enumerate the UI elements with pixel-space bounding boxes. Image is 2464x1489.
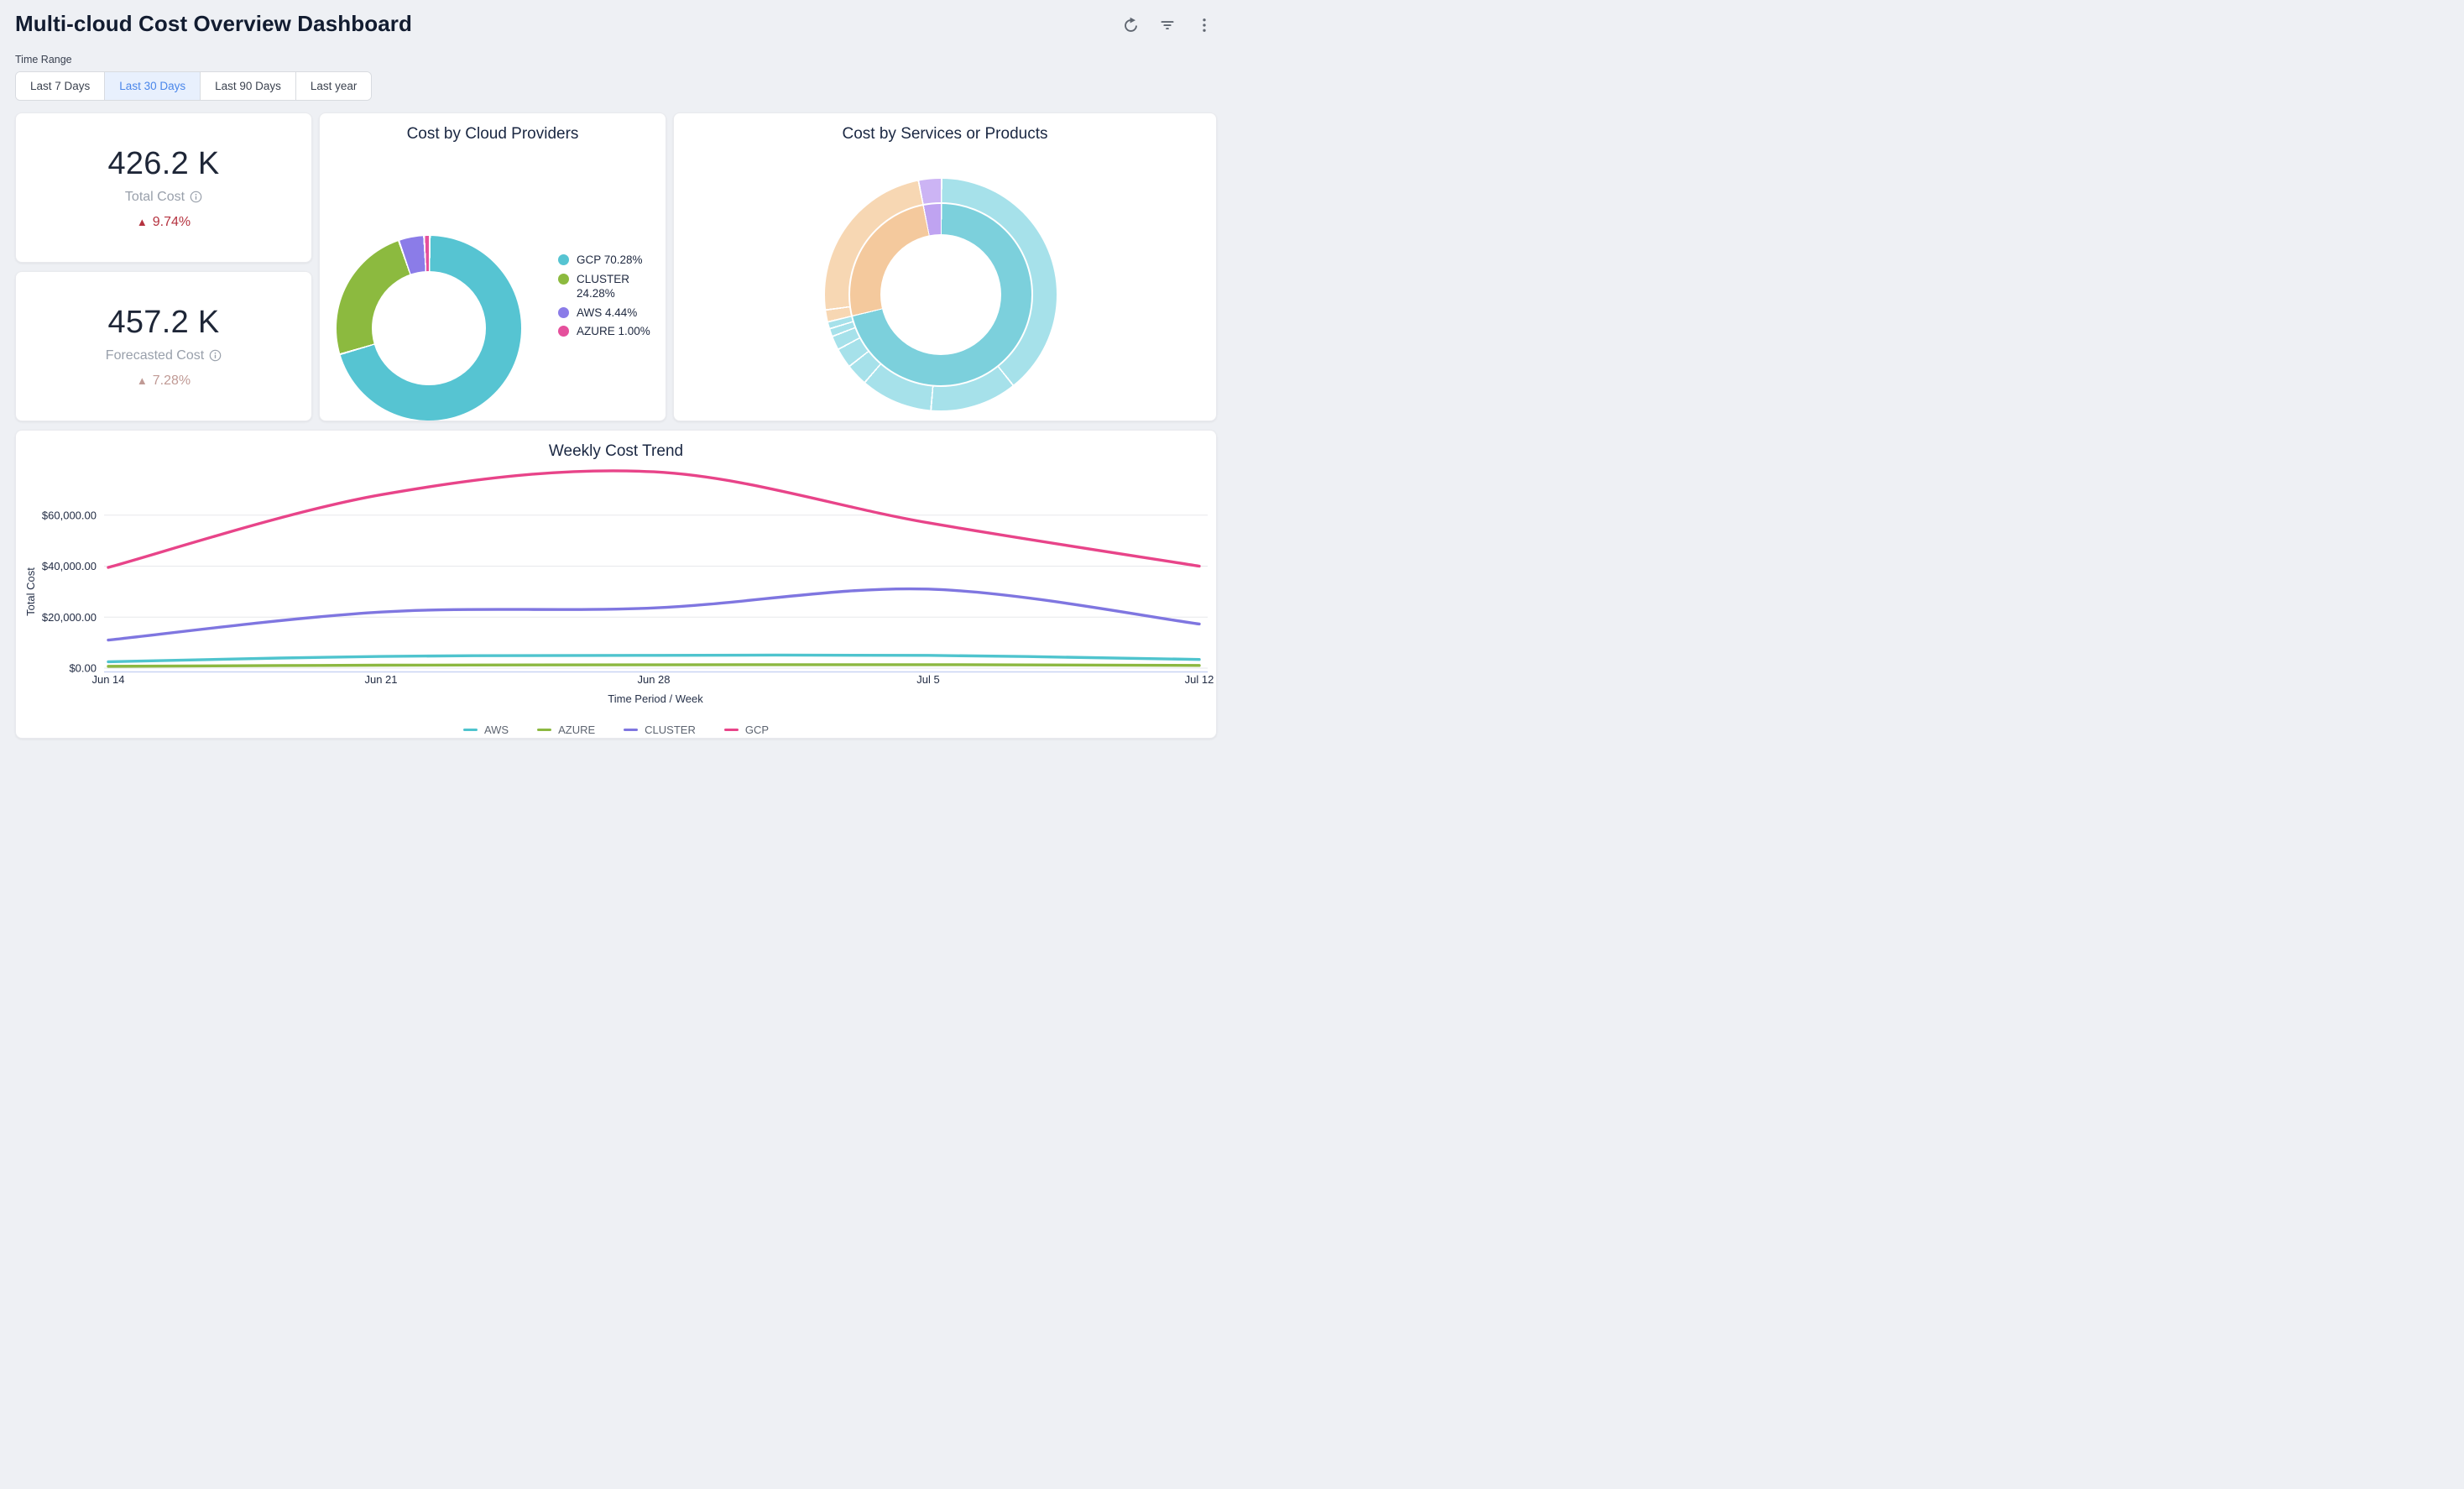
svg-text:$60,000.00: $60,000.00 [42,509,97,521]
info-icon[interactable] [190,191,202,203]
providers-chart-legend: GCP 70.28% CLUSTER 24.28% AWS 4.44% AZURE 1… [558,253,662,343]
legend-dot-icon [558,274,569,285]
legend-dash-icon [724,729,739,732]
svg-text:Time Period / Week: Time Period / Week [608,692,703,705]
header-actions [1118,11,1217,38]
forecasted-cost-value: 457.2 K [107,305,219,341]
stat-cards-column: 426.2 K Total Cost ▲ 9.74% 457.2 K [15,112,312,421]
total-cost-label: Total Cost [125,190,202,205]
legend-label: GCP 70.28% [577,253,643,268]
trend-legend-item-cluster: CLUSTER [624,724,696,736]
weekly-cost-trend-card: Weekly Cost Trend $0.00$20,000.00$40,000… [15,430,1217,739]
legend-label: AWS 4.44% [577,306,637,321]
forecasted-cost-card: 457.2 K Forecasted Cost ▲ 7.28% [15,271,312,421]
time-range-last-90-days[interactable]: Last 90 Days [200,72,295,100]
svg-text:Total Cost: Total Cost [24,567,37,616]
legend-label: GCP [745,724,769,736]
svg-text:Jun 28: Jun 28 [637,673,670,686]
trend-line-azure [108,665,1199,666]
refresh-icon [1122,17,1140,34]
time-range-button-group: Last 7 DaysLast 30 DaysLast 90 DaysLast … [15,71,372,101]
sunburst-hole [880,234,1001,355]
trend-line-chart[interactable]: $0.00$20,000.00$40,000.00$60,000.00Jun 1… [16,462,1217,719]
legend-dot-icon [558,326,569,337]
legend-item-cluster: CLUSTER 24.28% [558,272,662,301]
info-icon[interactable] [209,349,222,362]
services-chart-title: Cost by Services or Products [674,113,1216,144]
legend-item-aws: AWS 4.44% [558,306,662,321]
services-sunburst-chart[interactable] [825,179,1057,410]
time-range-last-7-days[interactable]: Last 7 Days [16,72,104,100]
more-options-button[interactable] [1192,13,1217,38]
trend-legend-item-aws: AWS [463,724,509,736]
forecasted-cost-delta: ▲ 7.28% [137,374,191,389]
legend-dash-icon [624,729,638,732]
cost-by-services-card: Cost by Services or Products [673,112,1217,421]
filter-button[interactable] [1155,13,1180,38]
legend-label: CLUSTER [645,724,696,736]
total-cost-card: 426.2 K Total Cost ▲ 9.74% [15,112,312,263]
providers-chart-title: Cost by Cloud Providers [320,113,666,144]
header: Multi-cloud Cost Overview Dashboard [15,0,1217,38]
trend-chart-title: Weekly Cost Trend [16,431,1216,461]
top-cards-row: 426.2 K Total Cost ▲ 9.74% 457.2 K [15,112,1217,421]
trend-line-aws [108,655,1199,661]
time-range-label: Time Range [15,54,1217,65]
page-title: Multi-cloud Cost Overview Dashboard [15,11,412,37]
legend-dot-icon [558,307,569,318]
trend-legend-item-azure: AZURE [537,724,595,736]
refresh-button[interactable] [1118,13,1143,38]
filter-icon [1159,17,1176,34]
svg-text:$40,000.00: $40,000.00 [42,560,97,572]
up-triangle-icon: ▲ [137,216,148,228]
dashboard-page: Multi-cloud Cost Overview Dashboard [0,0,1232,739]
up-triangle-icon: ▲ [137,374,148,387]
trend-line-gcp [108,471,1199,567]
total-cost-value: 426.2 K [107,146,219,182]
legend-dot-icon [558,254,569,265]
legend-label: CLUSTER 24.28% [577,272,662,301]
trend-legend-item-gcp: GCP [724,724,769,736]
svg-text:Jun 21: Jun 21 [364,673,397,686]
total-cost-delta: ▲ 9.74% [137,215,191,230]
legend-item-gcp: GCP 70.28% [558,253,662,268]
legend-dash-icon [463,729,478,732]
forecasted-cost-label: Forecasted Cost [106,348,222,363]
trend-line-cluster [108,589,1199,640]
svg-text:$20,000.00: $20,000.00 [42,611,97,624]
time-range-last-year[interactable]: Last year [295,72,372,100]
svg-text:Jul 12: Jul 12 [1185,673,1214,686]
legend-item-azure: AZURE 1.00% [558,324,662,339]
legend-label: AWS [484,724,509,736]
kebab-menu-icon [1196,17,1213,34]
legend-dash-icon [537,729,551,732]
trend-chart-legend: AWS AZURE CLUSTER GCP [16,724,1216,736]
svg-text:Jun 14: Jun 14 [91,673,124,686]
cost-by-providers-card: Cost by Cloud Providers GCP 70.28% CLUSTE… [319,112,666,421]
providers-donut-chart[interactable] [337,236,521,421]
legend-label: AZURE 1.00% [577,324,650,339]
legend-label: AZURE [558,724,595,736]
svg-text:Jul 5: Jul 5 [916,673,939,686]
time-range-last-30-days[interactable]: Last 30 Days [104,72,200,100]
